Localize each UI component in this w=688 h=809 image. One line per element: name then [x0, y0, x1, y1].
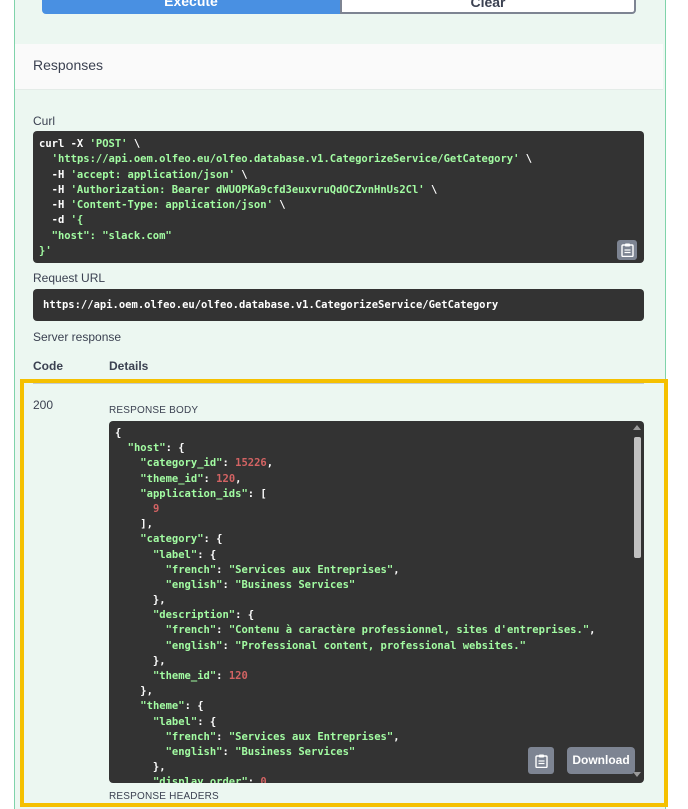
scroll-down-arrow[interactable] — [633, 772, 641, 777]
json-line: "host": { — [127, 442, 185, 455]
json-line: "theme": { — [140, 700, 204, 713]
json-line: "english": "Business Services" — [165, 578, 356, 591]
json-line: 9 — [152, 502, 160, 515]
json-line: }, — [115, 761, 166, 774]
curl-label: Curl — [33, 114, 56, 128]
download-button[interactable]: Download — [567, 747, 635, 774]
json-line: "application_ids": [ — [140, 487, 267, 500]
json-line: "theme_id": 120 — [152, 670, 248, 682]
clear-button[interactable]: Clear — [340, 0, 636, 14]
json-line: }, — [115, 654, 166, 667]
responses-title: Responses — [33, 57, 104, 73]
response-body-label: RESPONSE BODY — [109, 405, 199, 416]
curl-line: "host": "slack.com" — [39, 229, 172, 242]
json-line: "french": "Services aux Entreprises", — [165, 563, 400, 576]
json-line: { — [115, 427, 122, 439]
response-headers-label: RESPONSE HEADERS — [109, 791, 219, 802]
copy-curl-button[interactable] — [617, 240, 637, 260]
scroll-up-arrow[interactable] — [633, 425, 641, 430]
curl-command-block[interactable]: curl -X 'POST' \ 'https://api.oem.olfeo.… — [33, 131, 644, 263]
json-line: ], — [115, 518, 153, 531]
json-line: "label": { — [152, 548, 217, 561]
response-body[interactable]: { "host": { "category_id": 15226, "theme… — [109, 421, 644, 783]
json-line: "english": "Business Services" — [165, 745, 356, 758]
json-line: "french": "Services aux Entreprises", — [165, 730, 400, 743]
json-line: "category_id": 15226, — [140, 457, 274, 470]
json-line: "display_order": 0 — [152, 776, 267, 783]
request-url-value: https://api.oem.olfeo.eu/olfeo.database.… — [33, 289, 644, 321]
details-column-header: Details — [109, 359, 149, 373]
scrollbar-thumb[interactable] — [634, 437, 641, 558]
json-line: "french": "Contenu à caractère professio… — [165, 624, 596, 637]
server-response-label: Server response — [33, 330, 122, 344]
json-line: }, — [115, 685, 153, 698]
code-column-header: Code — [33, 359, 63, 373]
curl-line: }' — [39, 245, 52, 258]
json-line: "category": { — [140, 533, 223, 546]
header-divider — [33, 383, 644, 384]
curl-line: 'https://api.oem.olfeo.eu/olfeo.database… — [51, 153, 533, 166]
curl-line: -d '{ — [39, 214, 84, 227]
copy-response-button[interactable] — [528, 747, 554, 774]
clipboard-icon — [534, 754, 548, 768]
json-line: "description": { — [152, 609, 255, 622]
curl-line: curl -X 'POST' \ — [39, 138, 141, 150]
json-line: "english": "Professional content, profes… — [165, 639, 526, 652]
json-line: "theme_id": 120, — [140, 472, 242, 485]
request-url-label: Request URL — [33, 271, 106, 285]
execute-button[interactable]: Execute — [42, 0, 340, 14]
curl-line: -H 'accept: application/json' \ — [39, 168, 248, 181]
json-line: "label": { — [152, 715, 217, 728]
status-code: 200 — [33, 398, 54, 412]
curl-line: -H 'Content-Type: application/json' \ — [39, 199, 286, 212]
responses-header: Responses — [15, 44, 663, 90]
curl-line: -H 'Authorization: Bearer dWUOPKa9cfd3eu… — [39, 183, 438, 196]
clipboard-icon — [620, 243, 634, 257]
json-line: }, — [115, 594, 166, 607]
